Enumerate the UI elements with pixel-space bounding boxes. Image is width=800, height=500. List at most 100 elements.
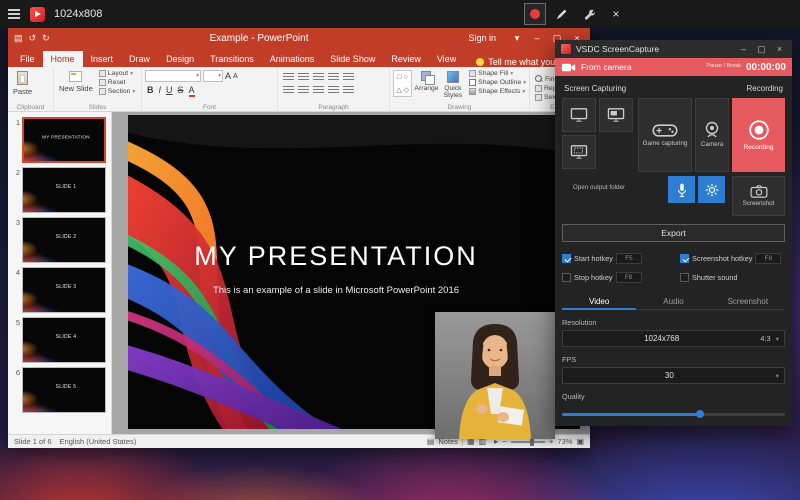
fps-select[interactable]: 30 ▾ bbox=[562, 367, 785, 384]
slide-thumbnail[interactable]: SLIDE 1 bbox=[22, 167, 106, 213]
quick-styles-button[interactable]: Quick Styles bbox=[441, 70, 466, 100]
shape-effects-button[interactable]: Shape Effects▾ bbox=[469, 88, 526, 95]
vsdc-titlebar[interactable]: VSDC ScreenCapture – ▢ × bbox=[555, 40, 792, 58]
language-indicator[interactable]: English (United States) bbox=[60, 437, 137, 446]
reset-button[interactable]: Reset bbox=[99, 79, 135, 86]
fullscreen-capture-button[interactable] bbox=[562, 98, 596, 132]
align-right-icon[interactable] bbox=[313, 86, 324, 95]
align-center-icon[interactable] bbox=[298, 86, 309, 95]
shape-outline-button[interactable]: Shape Outline▾ bbox=[469, 79, 526, 86]
grow-font-button[interactable]: A bbox=[225, 71, 231, 81]
app-logo-icon[interactable] bbox=[30, 7, 45, 22]
toolbar-close-button[interactable]: × bbox=[605, 3, 627, 25]
numbering-icon[interactable] bbox=[298, 73, 309, 82]
tab-view[interactable]: View bbox=[429, 51, 464, 67]
quality-slider[interactable] bbox=[562, 409, 785, 419]
screenshot-hotkey-field[interactable]: F8 bbox=[755, 253, 781, 264]
slide-thumb-1[interactable]: 1 MY PRESENTATION bbox=[10, 117, 108, 163]
recording-button[interactable]: Recording bbox=[732, 98, 785, 172]
tab-slide-show[interactable]: Slide Show bbox=[322, 51, 383, 67]
tab-screenshot[interactable]: Screenshot bbox=[711, 294, 785, 310]
font-size-select[interactable]: ▾ bbox=[203, 70, 223, 82]
slide-thumbnail[interactable]: SLIDE 2 bbox=[22, 217, 106, 263]
tab-design[interactable]: Design bbox=[158, 51, 202, 67]
slide-thumb-5[interactable]: 5 SLIDE 4 bbox=[10, 317, 108, 363]
tab-draw[interactable]: Draw bbox=[121, 51, 158, 67]
redo-icon[interactable]: ↻ bbox=[42, 33, 50, 44]
microphone-toggle-button[interactable] bbox=[668, 176, 695, 203]
line-spacing-icon[interactable] bbox=[343, 73, 354, 82]
tools-wrench-button[interactable] bbox=[578, 3, 600, 25]
new-slide-button[interactable]: New Slide bbox=[57, 70, 95, 94]
slide-thumbnail[interactable]: SLIDE 3 bbox=[22, 267, 106, 313]
slide-thumbnail[interactable]: SLIDE 4 bbox=[22, 317, 106, 363]
zoom-percent[interactable]: 73% bbox=[557, 437, 572, 446]
ppt-minimize-button[interactable]: – bbox=[530, 33, 544, 43]
tab-review[interactable]: Review bbox=[383, 51, 429, 67]
region-capture-button[interactable] bbox=[562, 135, 596, 169]
vsdc-maximize-button[interactable]: ▢ bbox=[755, 44, 768, 55]
shrink-font-button[interactable]: A bbox=[233, 73, 238, 80]
screenshot-hotkey-checkbox[interactable] bbox=[680, 254, 689, 263]
open-output-folder-link[interactable]: Open output folder bbox=[562, 184, 636, 192]
notes-icon[interactable]: ▤ bbox=[427, 437, 435, 446]
vsdc-close-button[interactable]: × bbox=[773, 44, 786, 54]
layout-button[interactable]: Layout▾ bbox=[99, 70, 135, 77]
slide-thumb-3[interactable]: 3 SLIDE 2 bbox=[10, 217, 108, 263]
slide-title-text[interactable]: MY PRESENTATION bbox=[128, 241, 544, 272]
webcam-overlay[interactable] bbox=[435, 312, 555, 439]
ppt-titlebar[interactable]: ▤ ↺ ↻ Example - PowerPoint Sign in ▾ – ▢… bbox=[8, 28, 590, 48]
indent-increase-icon[interactable] bbox=[328, 73, 339, 82]
tab-video[interactable]: Video bbox=[562, 294, 636, 310]
italic-button[interactable]: I bbox=[159, 85, 162, 95]
justify-icon[interactable] bbox=[328, 86, 339, 95]
font-color-button[interactable]: A bbox=[189, 86, 195, 97]
tab-animations[interactable]: Animations bbox=[262, 51, 323, 67]
tab-file[interactable]: File bbox=[12, 51, 43, 67]
camera-button[interactable]: Camera bbox=[695, 98, 729, 172]
fit-slide-icon[interactable]: ▣ bbox=[576, 437, 584, 446]
zoom-slider[interactable] bbox=[511, 441, 545, 443]
slide-thumb-4[interactable]: 4 SLIDE 3 bbox=[10, 267, 108, 313]
tab-insert[interactable]: Insert bbox=[83, 51, 122, 67]
slide-subtitle-text[interactable]: This is an example of a slide in Microso… bbox=[128, 285, 544, 296]
export-button[interactable]: Export bbox=[562, 224, 785, 242]
start-hotkey-checkbox[interactable] bbox=[562, 254, 571, 263]
shape-fill-button[interactable]: Shape Fill▾ bbox=[469, 70, 526, 77]
slide-thumb-6[interactable]: 6 SLIDE 5 bbox=[10, 367, 108, 413]
menu-icon[interactable] bbox=[8, 9, 20, 19]
columns-icon[interactable] bbox=[343, 86, 354, 95]
tab-audio[interactable]: Audio bbox=[636, 294, 710, 310]
paste-button[interactable]: Paste bbox=[11, 70, 34, 97]
slide-thumbnail[interactable]: SLIDE 5 bbox=[22, 367, 106, 413]
underline-button[interactable]: U bbox=[166, 85, 173, 95]
save-icon[interactable]: ▤ bbox=[14, 33, 23, 44]
draw-pen-button[interactable] bbox=[551, 3, 573, 25]
source-label[interactable]: From camera bbox=[581, 62, 701, 72]
shutter-sound-checkbox[interactable] bbox=[680, 273, 689, 282]
stop-hotkey-field[interactable]: F8 bbox=[616, 272, 642, 283]
stop-hotkey-checkbox[interactable] bbox=[562, 273, 571, 282]
start-hotkey-field[interactable]: F5 bbox=[616, 253, 642, 264]
indent-decrease-icon[interactable] bbox=[313, 73, 324, 82]
bold-button[interactable]: B bbox=[147, 85, 154, 95]
ribbon-options-icon[interactable]: ▾ bbox=[510, 33, 524, 44]
shapes-gallery[interactable]: □ ○ △ ◇ → ☆ ▭ ○ bbox=[393, 70, 412, 97]
font-name-select[interactable]: ▾ bbox=[145, 70, 201, 82]
record-button[interactable] bbox=[524, 3, 546, 25]
settings-button[interactable] bbox=[698, 176, 725, 203]
tab-home[interactable]: Home bbox=[43, 51, 83, 67]
slide-thumbnail[interactable]: MY PRESENTATION bbox=[22, 117, 106, 163]
vsdc-minimize-button[interactable]: – bbox=[737, 44, 750, 54]
quality-slider-handle[interactable] bbox=[696, 410, 704, 418]
screenshot-button[interactable]: Screenshot bbox=[732, 176, 785, 216]
game-capturing-button[interactable]: Game capturing bbox=[638, 98, 692, 172]
tab-transitions[interactable]: Transitions bbox=[202, 51, 262, 67]
undo-icon[interactable]: ↺ bbox=[29, 33, 37, 44]
sign-in-link[interactable]: Sign in bbox=[468, 33, 496, 43]
window-capture-button[interactable] bbox=[599, 98, 633, 132]
bullets-icon[interactable] bbox=[283, 73, 294, 82]
resolution-select[interactable]: 1024x768 4:3 ▾ bbox=[562, 330, 785, 347]
align-left-icon[interactable] bbox=[283, 86, 294, 95]
slide-thumb-2[interactable]: 2 SLIDE 1 bbox=[10, 167, 108, 213]
